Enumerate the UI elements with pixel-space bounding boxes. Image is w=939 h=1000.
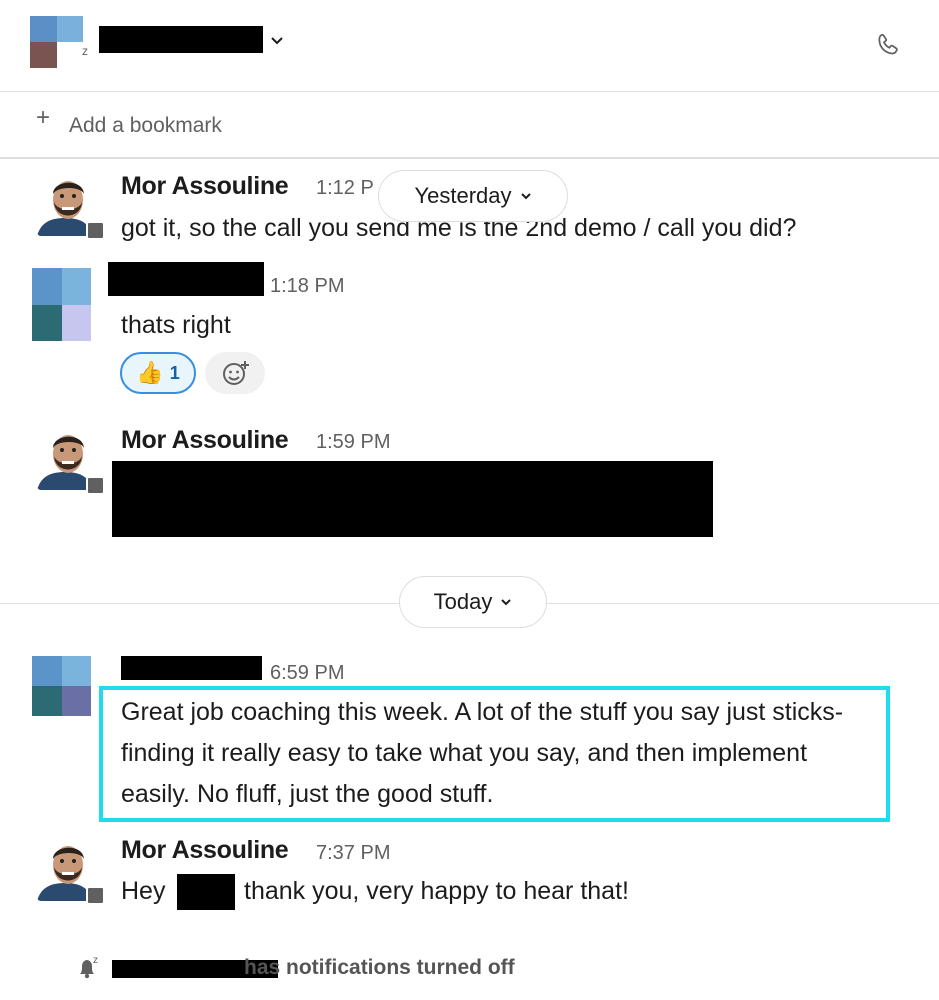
message-time[interactable]: 1:18 PM xyxy=(270,275,344,298)
presence-indicator xyxy=(86,221,105,240)
presence-indicator xyxy=(86,886,105,905)
chevron-down-icon xyxy=(501,599,512,606)
message-text-end: thank you, very happy to hear that! xyxy=(244,877,629,905)
author-redacted[interactable] xyxy=(121,656,262,680)
message-text-start: Hey xyxy=(121,877,166,905)
add-bookmark-button[interactable]: Add a bookmark xyxy=(69,114,222,138)
thumbs-up-icon: 👍 xyxy=(136,360,164,385)
avatar-mor-assouline[interactable] xyxy=(37,426,93,490)
message-time[interactable]: 7:37 PM xyxy=(316,842,390,865)
reaction-count: 1 xyxy=(169,362,180,383)
day-divider-yesterday[interactable]: Yesterday xyxy=(378,170,568,222)
day-divider-label: Today xyxy=(433,589,493,614)
channel-header: z xyxy=(0,0,939,92)
presence-indicator xyxy=(86,476,105,495)
channel-name-redacted[interactable] xyxy=(99,26,263,53)
message-text: Great job coaching this week. A lot of t… xyxy=(121,698,844,808)
bookmark-bar: + Add a bookmark xyxy=(0,93,939,159)
author-redacted[interactable] xyxy=(108,262,264,296)
phone-icon[interactable] xyxy=(874,32,902,60)
bell-snooze-icon: z xyxy=(80,955,98,979)
avatar-mor-assouline[interactable] xyxy=(37,837,93,901)
add-bookmark-plus-icon[interactable]: + xyxy=(36,106,50,130)
avatar-redacted-user[interactable] xyxy=(32,656,91,716)
notifications-off-notice: z has notifications turned off xyxy=(74,952,634,986)
add-emoji-icon xyxy=(223,361,249,385)
svg-text:z: z xyxy=(93,955,98,966)
message-author[interactable]: Mor Assouline xyxy=(121,172,289,201)
snooze-indicator: z xyxy=(82,44,88,58)
message-time[interactable]: 1:59 PM xyxy=(316,431,390,454)
chevron-down-icon xyxy=(520,193,531,200)
reaction-thumbs-up[interactable]: 👍 1 xyxy=(120,352,196,394)
mention-redacted xyxy=(177,874,235,910)
message-author[interactable]: Mor Assouline xyxy=(121,426,289,455)
avatar-mor-assouline[interactable] xyxy=(37,172,93,236)
message-author[interactable]: Mor Assouline xyxy=(121,836,289,865)
add-reaction-button[interactable] xyxy=(205,352,265,394)
notifications-off-text: has notifications turned off xyxy=(244,956,515,979)
day-divider-label: Yesterday xyxy=(414,183,512,208)
message-time[interactable]: 6:59 PM xyxy=(270,662,344,685)
avatar-redacted-user[interactable] xyxy=(32,268,91,341)
message-text: thats right xyxy=(121,311,231,339)
message-text-redacted xyxy=(112,461,713,537)
day-divider-today[interactable]: Today xyxy=(399,576,547,628)
message-time[interactable]: 1:12 P xyxy=(316,177,374,200)
chevron-down-icon[interactable] xyxy=(270,36,284,46)
channel-avatar[interactable] xyxy=(30,16,83,68)
